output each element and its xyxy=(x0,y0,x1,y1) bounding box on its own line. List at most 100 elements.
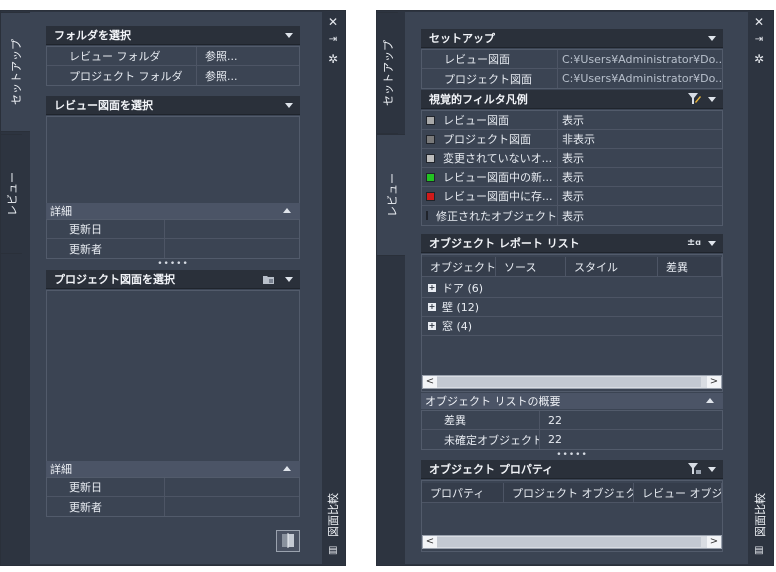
right-tab-review-label: レビュー xyxy=(385,173,399,217)
legend-visibility[interactable]: 表示 xyxy=(558,111,722,129)
right-tab-review[interactable]: レビュー xyxy=(376,134,406,256)
chevron-up-icon xyxy=(283,208,291,213)
close-icon[interactable]: ✕ xyxy=(327,16,339,28)
chevron-down-icon xyxy=(708,97,716,102)
setup-project-label: プロジェクト図面 xyxy=(422,69,558,88)
review-drawing-section-header[interactable]: レビュー図面を選択 xyxy=(46,96,300,115)
project-details-header[interactable]: 詳細 xyxy=(46,461,300,477)
splitter-grip[interactable]: ••••• xyxy=(46,260,300,269)
palette-menu-icon[interactable]: ▤ xyxy=(327,545,339,557)
legend-label: プロジェクト図面 xyxy=(443,133,531,146)
chevron-down-icon xyxy=(285,33,293,38)
chevron-down-icon xyxy=(708,36,716,41)
left-tab-setup-label: セットアップ xyxy=(9,39,23,105)
legend-label: レビュー図面中に存... xyxy=(443,190,553,203)
left-tab-setup[interactable]: セットアップ xyxy=(0,12,30,132)
legend-section-header[interactable]: 視覚的フィルタ凡例 xyxy=(421,90,723,109)
folder-icon[interactable] xyxy=(263,274,274,284)
report-tree-item[interactable]: + 壁 (12) xyxy=(422,298,722,317)
folder-row-review[interactable]: レビュー フォルダ 参照... xyxy=(47,47,299,66)
report-hscrollbar[interactable]: < > xyxy=(422,375,722,389)
compare-button[interactable] xyxy=(276,530,300,552)
expand-icon[interactable]: + xyxy=(428,284,436,292)
right-tab-setup[interactable]: セットアップ xyxy=(376,12,398,134)
report-tree-item[interactable]: + 窓 (4) xyxy=(422,317,722,336)
props-col-property[interactable]: プロパティ xyxy=(422,483,504,502)
properties-gear-icon[interactable]: ✲ xyxy=(753,53,765,65)
legend-row[interactable]: レビュー図面中の新... 表示 xyxy=(422,168,722,187)
review-drawing-section-title: レビュー図面を選択 xyxy=(54,99,153,112)
left-tab-review[interactable]: レビュー xyxy=(0,134,22,254)
legend-label-cell: プロジェクト図面 xyxy=(422,130,558,148)
summary-title: オブジェクト リストの概要 xyxy=(425,395,561,408)
color-swatch-icon[interactable] xyxy=(426,211,428,220)
legend-visibility[interactable]: 表示 xyxy=(558,149,722,167)
auto-hide-icon[interactable]: ⇥ xyxy=(753,34,765,46)
color-swatch-icon[interactable] xyxy=(426,191,435,201)
palette-menu-icon[interactable]: ▤ xyxy=(753,545,765,557)
legend-row[interactable]: 変更されていないオ... 表示 xyxy=(422,149,722,168)
right-tab-setup-label: セットアップ xyxy=(381,40,395,106)
report-col-diff[interactable]: 差異 xyxy=(658,257,722,276)
splitter-grip[interactable]: ••••• xyxy=(421,451,723,460)
color-swatch-icon[interactable] xyxy=(426,115,435,125)
project-drawing-list[interactable] xyxy=(46,290,300,461)
color-swatch-icon[interactable] xyxy=(426,172,435,182)
scroll-left-icon[interactable]: < xyxy=(423,376,437,388)
scroll-right-icon[interactable]: > xyxy=(707,376,721,388)
setup-review-path[interactable]: C:¥Users¥Administrator¥Do... xyxy=(558,50,722,68)
props-col-review[interactable]: レビュー オブジェ... xyxy=(634,483,722,502)
scroll-left-icon[interactable]: < xyxy=(423,536,437,548)
setup-project-path[interactable]: C:¥Users¥Administrator¥Do... xyxy=(558,69,722,88)
review-modified-by-label: 更新者 xyxy=(47,239,165,258)
review-folder-label: レビュー フォルダ xyxy=(47,47,197,65)
report-col-source[interactable]: ソース xyxy=(496,257,566,276)
review-modified-date-value xyxy=(165,220,299,238)
project-drawing-section-header[interactable]: プロジェクト図面を選択 xyxy=(46,270,300,289)
report-col-style[interactable]: スタイル xyxy=(566,257,658,276)
review-drawing-list[interactable] xyxy=(46,116,300,203)
legend-visibility[interactable]: 表示 xyxy=(558,206,722,225)
setup-project-row[interactable]: プロジェクト図面 C:¥Users¥Administrator¥Do... xyxy=(422,69,722,88)
scroll-thumb[interactable] xyxy=(437,537,701,547)
legend-visibility[interactable]: 表示 xyxy=(558,168,722,186)
close-icon[interactable]: ✕ xyxy=(753,16,765,28)
properties-gear-icon[interactable]: ✲ xyxy=(327,53,339,65)
color-swatch-icon[interactable] xyxy=(426,134,435,144)
report-col-object[interactable]: オブジェクト xyxy=(422,257,496,276)
project-folder-browse[interactable]: 参照... xyxy=(197,66,299,85)
summary-undetermined-row: 未確定オブジェクト 22 xyxy=(422,430,722,449)
summary-header[interactable]: オブジェクト リストの概要 xyxy=(421,393,723,409)
report-tree-item[interactable]: + ドア (6) xyxy=(422,279,722,298)
filter-icon[interactable] xyxy=(688,93,701,108)
summary-diff-row: 差異 22 xyxy=(422,411,722,430)
expand-icon[interactable]: + xyxy=(428,303,436,311)
left-tab-review-label: レビュー xyxy=(5,172,19,216)
scroll-thumb[interactable] xyxy=(437,377,701,387)
folder-section-header[interactable]: フォルダを選択 xyxy=(46,26,300,45)
props-hscrollbar[interactable]: < > xyxy=(422,535,722,549)
color-swatch-icon[interactable] xyxy=(426,153,435,163)
report-item-door: ドア (6) xyxy=(442,282,484,295)
report-section-header[interactable]: オブジェクト レポート リスト ±ɑ xyxy=(421,234,723,253)
report-item-window: 窓 (4) xyxy=(442,320,473,333)
setup-review-row[interactable]: レビュー図面 C:¥Users¥Administrator¥Do... xyxy=(422,50,722,69)
scroll-right-icon[interactable]: > xyxy=(707,536,721,548)
review-folder-browse[interactable]: 参照... xyxy=(197,47,299,65)
legend-row[interactable]: レビュー図面中に存... 表示 xyxy=(422,187,722,206)
setup-section-header[interactable]: セットアップ xyxy=(421,29,723,48)
zoom-object-icon[interactable]: ±ɑ xyxy=(687,237,701,248)
props-section-header[interactable]: オブジェクト プロパティ xyxy=(421,460,723,479)
project-folder-label: プロジェクト フォルダ xyxy=(47,66,197,85)
legend-visibility[interactable]: 非表示 xyxy=(558,130,722,148)
props-col-project[interactable]: プロジェクト オブジェクト xyxy=(504,483,634,502)
legend-visibility[interactable]: 表示 xyxy=(558,187,722,205)
folder-row-project[interactable]: プロジェクト フォルダ 参照... xyxy=(47,66,299,85)
legend-row[interactable]: プロジェクト図面 非表示 xyxy=(422,130,722,149)
legend-row[interactable]: レビュー図面 表示 xyxy=(422,111,722,130)
legend-row[interactable]: 修正されたオブジェクト 表示 xyxy=(422,206,722,225)
auto-hide-icon[interactable]: ⇥ xyxy=(327,34,339,46)
filter-icon[interactable] xyxy=(688,463,701,478)
expand-icon[interactable]: + xyxy=(428,322,436,330)
review-details-header[interactable]: 詳細 xyxy=(46,203,300,219)
